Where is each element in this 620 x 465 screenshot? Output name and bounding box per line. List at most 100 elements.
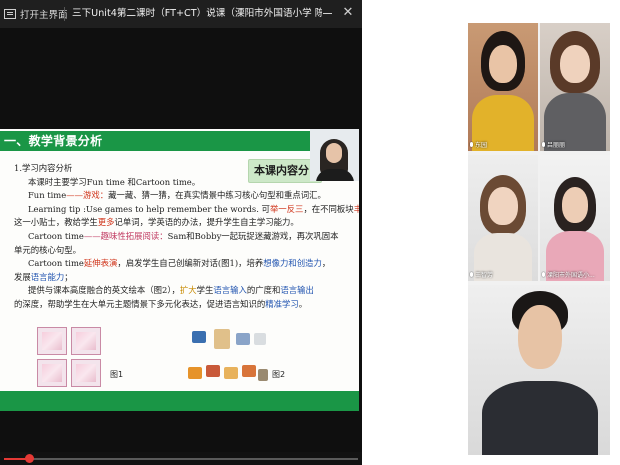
slide-highlight: 举一反三 [269, 203, 304, 214]
participant-name: 溧阳市外国语小... [547, 272, 595, 279]
slide-line: Learning tip :Use games to help remember… [14, 203, 359, 217]
slide-line: 本课时主要学习Fun time 和Cartoon time。 [14, 176, 354, 190]
slide-line-text: Fun time [28, 190, 67, 201]
main-window-icon [4, 9, 16, 19]
participant-tile[interactable]: 溧阳市外国语小... [540, 155, 610, 281]
figure-1-image [37, 359, 67, 387]
playback-progress-bar[interactable] [0, 452, 362, 465]
slide-line-text: 提供与课本高度融合的英文绘本（图2）， [28, 285, 180, 296]
progress-handle[interactable] [25, 454, 34, 463]
slide-line-text: 1.学习内容分析 [14, 163, 73, 173]
participant-body [482, 381, 598, 455]
participant-name: 吕丽丽 [547, 142, 566, 149]
slide-line-text: ，在不同板块 [303, 203, 354, 214]
participant-face [488, 187, 518, 225]
slide-highlight: 丰富 [353, 203, 359, 214]
participant-tile[interactable]: 王智芳 [468, 155, 538, 281]
figure-1-image [71, 359, 101, 387]
microphone-icon [542, 142, 545, 147]
slide-highlight: 想像力和创造力 [263, 258, 322, 269]
figure-1-images [37, 327, 103, 389]
slide-line-text: Cartoon time [28, 230, 84, 241]
participant-video [468, 23, 538, 151]
close-icon[interactable]: ✕ [340, 5, 356, 21]
participant-name: 东园 [475, 142, 488, 149]
figure-2-item [224, 367, 238, 379]
presenter-face [326, 143, 342, 163]
figure-1-label: 图1 [110, 370, 124, 379]
microphone-icon [542, 272, 545, 277]
slide-line-text: 藏一藏、猜一猜，在真实情景中练习核心句型和重点词汇。 [108, 190, 326, 201]
slide-line: Cartoon time延伸表演，启发学生自己创编新对话(图1)，培养想像力和创… [14, 257, 354, 271]
figure-2-item [214, 329, 230, 349]
figure-2-item [258, 369, 268, 381]
slide-line-text: 。 [298, 298, 308, 309]
slide-line: Fun time——游戏：藏一藏、猜一猜，在真实情景中练习核心句型和重点词汇。 [14, 189, 354, 203]
slide-highlight: 更多 [97, 217, 115, 228]
slide-highlight: 扩大 [179, 285, 197, 296]
slide-line-text: ； [64, 271, 73, 282]
participant-video [468, 155, 538, 281]
participant-video [540, 23, 610, 151]
slide-body-text: 1.学习内容分析 本课时主要学习Fun time 和Cartoon time。 … [14, 162, 359, 312]
slide-line-text: 发展 [14, 271, 31, 282]
slide-highlight: 精准学习 [265, 298, 299, 309]
slide-highlight: 延伸表演 [83, 258, 118, 269]
participant-tile[interactable] [468, 285, 610, 455]
slide-line-text: 学生 [196, 285, 214, 296]
slide-line: 提供与课本高度融合的英文绘本（图2），扩大学生语言输入的广度和语言输出 [14, 284, 354, 298]
slide-line-text: 本课时主要学习Fun time 和Cartoon time。 [28, 176, 201, 187]
slide-line-text: Sam和Bobby一起玩捉迷藏游戏，再次巩固本 [167, 230, 339, 241]
participant-face [560, 45, 590, 83]
figure-2-images [184, 327, 268, 389]
meeting-title: 三下Unit4第二课时（FT+CT）说课（溧阳市外国语小学 陈方园）... [72, 8, 322, 19]
slide-highlight: 语言输出 [280, 285, 314, 296]
figure-2-item [236, 333, 250, 345]
participant-tile[interactable]: 吕丽丽 [540, 23, 610, 151]
slide-line: 1.学习内容分析 [14, 162, 354, 176]
slide-line: 的深度，帮助学生在大单元主题情景下多元化表达，促进语言知识的精准学习。 [14, 298, 354, 312]
slide-highlight: 语言输入 [213, 285, 247, 296]
microphone-icon [470, 272, 473, 277]
participant-face [562, 187, 588, 223]
figure-1-image [37, 327, 67, 355]
window-titlebar: 打开主界面 三下Unit4第二课时（FT+CT）说课（溧阳市外国语小学 陈方园）… [0, 0, 362, 28]
slide-line: 单元的核心句型。 [14, 244, 354, 258]
microphone-icon [470, 142, 473, 147]
progress-track[interactable] [4, 458, 358, 460]
slide-footer-bar [0, 391, 359, 411]
figure-2-label: 图2 [272, 370, 286, 379]
open-main-window-label: 打开主界面 [20, 10, 68, 21]
slide-line-text: Cartoon time [28, 258, 84, 269]
slide-line-text: 单元的核心句型。 [14, 244, 81, 255]
slide-highlight: 语言能力 [30, 271, 65, 282]
minimize-icon[interactable] [323, 13, 332, 14]
slide-line-text: 这一小贴士，教给学生 [14, 217, 98, 228]
titlebar-divider [64, 7, 65, 21]
participant-tile[interactable]: 东园 [468, 23, 538, 151]
slide-line-text: Learning tip :Use games to help remember… [28, 203, 270, 214]
participant-video-grid: 东园 吕丽丽 王智芳 溧阳市外国语小... [468, 23, 610, 455]
figure-2-item [188, 367, 202, 379]
participant-face [518, 305, 562, 369]
slide-line: 发展语言能力； [14, 271, 354, 285]
participant-face [489, 45, 517, 83]
slide-line-text: ，启发学生自己创编新对话(图1)，培养 [117, 258, 264, 269]
open-main-window-button[interactable]: 打开主界面 [4, 0, 68, 28]
figure-2-item [254, 333, 266, 345]
slide-header-bar: 一、教学背景分析 [0, 131, 359, 151]
figure-1-image [71, 327, 101, 355]
participant-video [468, 285, 610, 455]
slide-highlight: ——游戏： [66, 190, 109, 201]
figure-2-item [206, 365, 220, 377]
slide-line: 这一小贴士，教给学生更多记单词，学英语的办法，提升学生自主学习能力。 [14, 216, 354, 230]
slide-line: Cartoon time——趣味性拓展阅读：Sam和Bobby一起玩捉迷藏游戏，… [14, 230, 354, 244]
slide-line-text: 的广度和 [246, 285, 281, 296]
figure-2-item [192, 331, 206, 343]
slide-highlight: ——趣味性拓展阅读： [83, 230, 168, 241]
figure-2-item [242, 365, 256, 377]
slide-line-text: 的深度，帮助学生在大单元主题情景下多元化表达，促进语言知识的 [14, 298, 266, 309]
participant-video [540, 155, 610, 281]
slide-line-text: ， [321, 258, 331, 269]
slide-header-title: 一、教学背景分析 [4, 134, 103, 148]
